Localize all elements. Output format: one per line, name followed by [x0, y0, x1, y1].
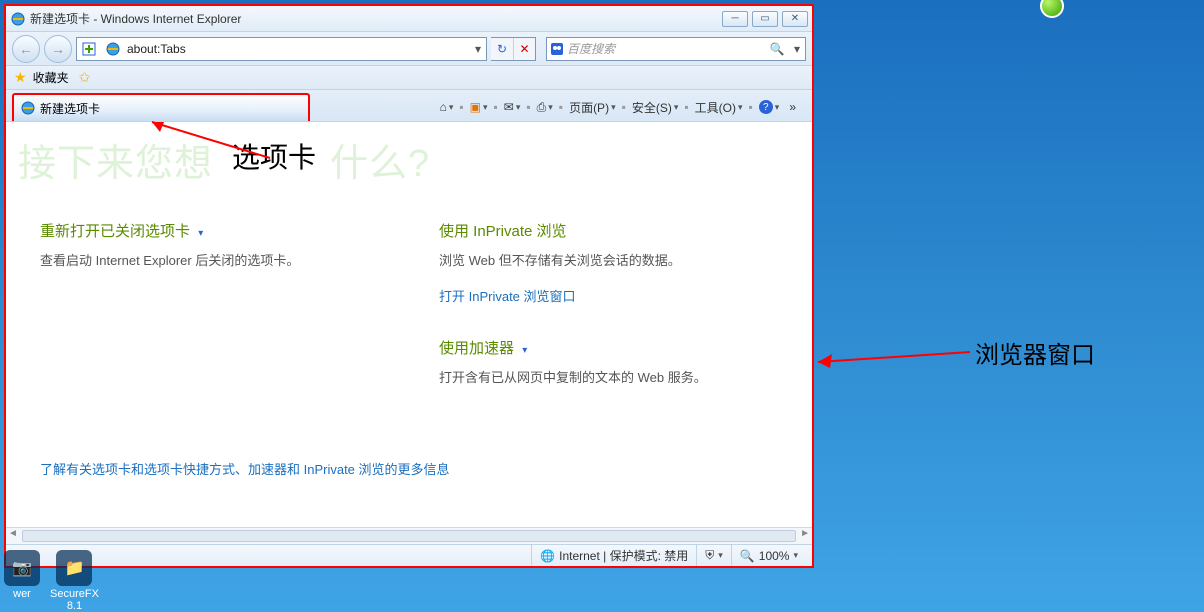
tray-orb-icon	[1040, 0, 1064, 18]
safety-menu[interactable]: 安全(S) ▾	[628, 96, 683, 118]
home-icon: ⌂	[440, 100, 447, 114]
stop-button[interactable]: ✕	[513, 38, 535, 60]
desktop-icon-viewer[interactable]: 📷 wer	[4, 550, 40, 612]
chevron-down-icon: ▾	[522, 345, 527, 356]
protected-mode-icon[interactable]: ⛨▾	[696, 545, 731, 566]
accel-title[interactable]: 使用加速器 ▾	[439, 337, 778, 358]
ie-logo-icon	[10, 11, 26, 27]
close-button[interactable]: ✕	[782, 11, 808, 27]
favorites-label[interactable]: 收藏夹	[33, 69, 69, 86]
back-button[interactable]: ←	[12, 35, 40, 63]
forward-button[interactable]: →	[44, 35, 72, 63]
title-bar: 新建选项卡 - Windows Internet Explorer ─ ▭ ✕	[6, 6, 812, 32]
search-go-button[interactable]: 🔍	[765, 42, 789, 56]
search-dropdown[interactable]: ▾	[789, 42, 805, 56]
tab-label: 新建选项卡	[40, 100, 100, 117]
accel-desc: 打开含有已从网页中复制的文本的 Web 服务。	[439, 368, 778, 389]
accelerator-section: 使用加速器 ▾ 打开含有已从网页中复制的文本的 Web 服务。	[439, 337, 778, 389]
page-menu[interactable]: 页面(P) ▾	[565, 96, 620, 118]
tools-menu[interactable]: 工具(O) ▾	[691, 96, 747, 118]
inprivate-section: 使用 InPrivate 浏览 浏览 Web 但不存储有关浏览会话的数据。 打开…	[439, 220, 778, 305]
annotation-arrow-window	[810, 300, 980, 380]
desktop-icon-securefx[interactable]: 📁 SecureFX 8.1	[50, 550, 99, 612]
window-title: 新建选项卡 - Windows Internet Explorer	[30, 10, 722, 27]
address-text[interactable]: about:Tabs	[125, 42, 470, 56]
reopen-desc: 查看启动 Internet Explorer 后关闭的选项卡。	[40, 251, 379, 272]
mail-icon: ✉	[504, 100, 514, 114]
maximize-button[interactable]: ▭	[752, 11, 778, 27]
reopen-section: 重新打开已关闭选项卡 ▾ 查看启动 Internet Explorer 后关闭的…	[40, 220, 379, 389]
zoom-icon: 🔍	[740, 549, 755, 563]
tab-toolbar-row: 新建选项卡 ⌂▾ ▪ ▣▾ ▪ ✉▾ ▪ ⎙▾ ▪ 页面(P) ▾ ▪ 安全(S…	[6, 90, 812, 122]
rss-icon: ▣	[470, 100, 481, 114]
home-button[interactable]: ⌂▾	[436, 96, 458, 118]
tab-ie-icon	[20, 100, 36, 116]
status-bar: 🌐 Internet | 保护模式: 禁用 ⛨▾ 🔍 100% ▾	[6, 544, 812, 566]
reopen-title[interactable]: 重新打开已关闭选项卡 ▾	[40, 220, 379, 241]
mail-button[interactable]: ✉▾	[500, 96, 525, 118]
zoom-control[interactable]: 🔍 100% ▾	[731, 545, 806, 566]
tab-new[interactable]: 新建选项卡	[12, 93, 310, 121]
chevron-down-icon: ▾	[198, 228, 203, 239]
inprivate-open-link[interactable]: 打开 InPrivate 浏览窗口	[439, 286, 576, 305]
inprivate-title: 使用 InPrivate 浏览	[439, 220, 778, 241]
security-zone[interactable]: 🌐 Internet | 保护模式: 禁用	[531, 545, 696, 566]
app-icon: 📷	[4, 550, 40, 586]
help-icon: ?	[759, 100, 773, 114]
page-ie-icon	[103, 42, 123, 56]
globe-icon: 🌐	[540, 549, 555, 563]
feeds-button[interactable]: ▣▾	[466, 96, 492, 118]
shield-off-icon: ⛨	[705, 548, 714, 563]
annotation-tab-label: 选项卡	[232, 136, 316, 176]
toolbar-overflow[interactable]: »	[785, 96, 800, 118]
address-dropdown[interactable]: ▾	[470, 42, 486, 56]
compat-view-icon[interactable]	[79, 42, 99, 56]
navigation-bar: ← → about:Tabs ▾ ↻ ✕ 百度搜索 🔍 ▾	[6, 32, 812, 66]
search-placeholder: 百度搜索	[567, 40, 765, 57]
favorites-star-icon[interactable]: ★	[14, 69, 27, 86]
learn-more-link[interactable]: 了解有关选项卡和选项卡快捷方式、加速器和 InPrivate 浏览的更多信息	[40, 459, 450, 478]
ie-window: 新建选项卡 - Windows Internet Explorer ─ ▭ ✕ …	[4, 4, 814, 568]
page-heading: 接下来您想选项卡什么?	[18, 132, 430, 187]
address-bar[interactable]: about:Tabs ▾	[76, 37, 487, 61]
add-favorite-icon[interactable]: ✩	[79, 69, 91, 86]
print-button[interactable]: ⎙▾	[533, 96, 557, 118]
annotation-window-label: 浏览器窗口	[975, 335, 1095, 370]
print-icon: ⎙	[537, 100, 547, 115]
inprivate-desc: 浏览 Web 但不存储有关浏览会话的数据。	[439, 251, 778, 272]
favorites-bar: ★ 收藏夹 ✩	[6, 66, 812, 90]
horizontal-scrollbar[interactable]	[6, 527, 812, 544]
page-content: 接下来您想选项卡什么? 重新打开已关闭选项卡 ▾ 查看启动 Internet E…	[6, 122, 812, 527]
minimize-button[interactable]: ─	[722, 11, 748, 27]
search-box[interactable]: 百度搜索 🔍 ▾	[546, 37, 806, 61]
app-icon: 📁	[56, 550, 92, 586]
desktop-icons: 📷 wer 📁 SecureFX 8.1	[4, 550, 99, 612]
command-toolbar: ⌂▾ ▪ ▣▾ ▪ ✉▾ ▪ ⎙▾ ▪ 页面(P) ▾ ▪ 安全(S) ▾ ▪ …	[310, 93, 806, 121]
refresh-button[interactable]: ↻	[491, 38, 513, 60]
search-provider-icon[interactable]	[547, 42, 567, 56]
help-button[interactable]: ?▾	[755, 96, 784, 118]
